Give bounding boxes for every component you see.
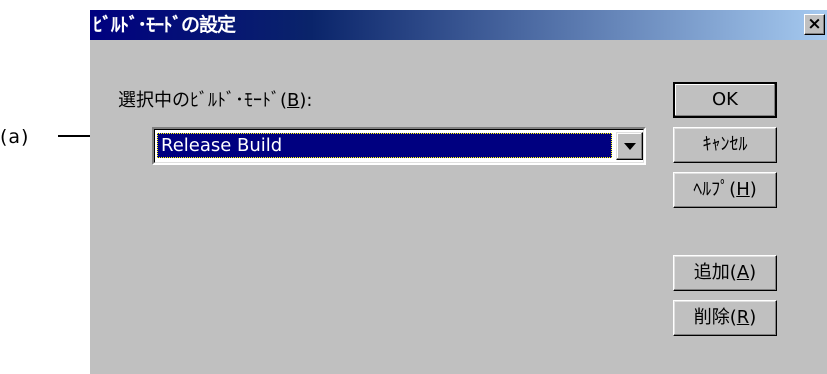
help-button[interactable]: ﾍﾙﾌﾟ(H) [673,172,777,208]
build-mode-dropdown-button[interactable] [616,132,643,160]
delete-button-suffix: ) [749,307,757,328]
dialog-title: ﾋﾞﾙﾄﾞ･ﾓｰﾄﾞの設定 [93,14,236,36]
add-button-suffix: ) [749,262,757,283]
delete-button-mnemonic: R [736,307,750,328]
build-mode-selected-value[interactable]: Release Build [157,133,612,158]
build-mode-label-suffix: ): [299,90,313,111]
ok-button[interactable]: OK [673,82,777,118]
close-icon: × [807,14,822,34]
add-button-prefix: 追加( [693,262,737,283]
title-bar[interactable]: ﾋﾞﾙﾄﾞ･ﾓｰﾄﾞの設定 × [90,10,827,40]
help-button-mnemonic: H [736,179,750,200]
help-button-suffix: ) [749,179,757,200]
help-button-prefix: ﾍﾙﾌﾟ( [693,179,737,200]
build-mode-select[interactable]: Release Build [152,127,646,165]
build-mode-select-frame: Release Build [154,129,644,163]
build-mode-dialog: ﾋﾞﾙﾄﾞ･ﾓｰﾄﾞの設定 × 選択中のﾋﾞﾙﾄﾞ･ﾓｰﾄﾞ(B): Relea… [90,10,827,374]
add-button-mnemonic: A [736,262,750,283]
delete-button-prefix: 削除( [693,307,737,328]
build-mode-label-mnemonic: B [287,90,300,111]
add-button[interactable]: 追加(A) [673,255,777,291]
build-mode-label: 選択中のﾋﾞﾙﾄﾞ･ﾓｰﾄﾞ(B): [118,90,312,112]
chevron-down-icon [624,143,636,150]
delete-button[interactable]: 削除(R) [673,300,777,336]
close-button[interactable]: × [804,14,825,35]
cancel-button[interactable]: ｷｬﾝｾﾙ [673,127,777,163]
build-mode-label-prefix: 選択中のﾋﾞﾙﾄﾞ･ﾓｰﾄﾞ( [118,90,288,111]
callout-label: (a) [0,126,30,148]
